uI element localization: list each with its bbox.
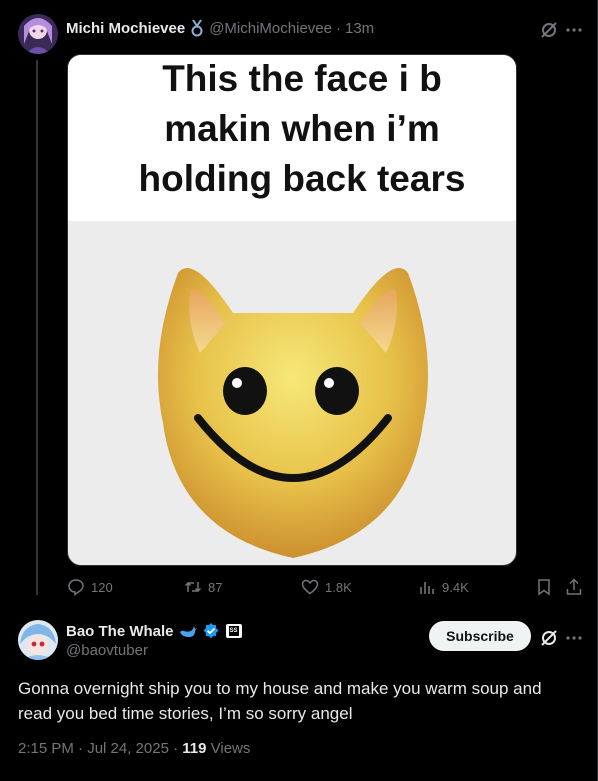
avatar-image [18, 620, 58, 660]
medal-icon [189, 19, 205, 37]
more-options-icon[interactable] [563, 627, 585, 649]
verified-badge-icon [202, 622, 220, 640]
handle[interactable]: @baovtuber [66, 642, 148, 659]
post-actions: 120 87 1.8K 9.4K [67, 570, 585, 604]
post-time[interactable]: 13m [345, 20, 374, 37]
post-text: Gonna overnight ship you to my house and… [18, 679, 542, 723]
separator-dot: · [335, 19, 341, 37]
thread-connector [36, 60, 38, 595]
bookmark-button[interactable] [535, 578, 553, 596]
bookmark-icon [538, 579, 550, 596]
affiliate-badge[interactable]: SS [225, 624, 242, 638]
display-name[interactable]: Michi Mochievee [66, 20, 185, 37]
image-caption-line-2: makin when i’m [164, 108, 440, 149]
repost-count: 87 [208, 579, 223, 595]
reply-button[interactable]: 120 [67, 578, 113, 596]
avatar[interactable] [18, 14, 58, 54]
view-count: 9.4K [442, 579, 469, 595]
like-count: 1.8K [325, 579, 352, 595]
post-image[interactable]: This the face i b makin when i’m holding… [67, 54, 517, 566]
repost-button[interactable]: 87 [184, 578, 222, 596]
smiling-cat-face-icon [158, 268, 428, 558]
reply-icon [68, 579, 84, 596]
share-button[interactable] [565, 578, 583, 596]
share-icon [566, 578, 582, 595]
more-options-icon[interactable] [563, 19, 585, 41]
affiliate-badge-label: SS [228, 626, 239, 636]
post-metadata: 2:15 PM · Jul 24, 2025 · 119 Views [18, 740, 250, 757]
post-timestamp[interactable]: 2:15 PM · Jul 24, 2025 · [18, 740, 182, 757]
image-caption-line-3: holding back tears [138, 158, 466, 199]
handle[interactable]: @MichiMochievee [209, 20, 332, 37]
heart-icon [301, 579, 319, 595]
post-header: Michi Mochievee @MichiMochievee · 13m [66, 19, 374, 37]
avatar[interactable] [18, 620, 58, 660]
reply-count: 120 [91, 579, 113, 595]
avatar-image [18, 14, 58, 54]
grok-icon[interactable] [538, 19, 560, 41]
post-header: Bao The Whale SS [66, 622, 242, 640]
subscribe-button[interactable]: Subscribe [429, 621, 531, 651]
image-caption-line-1: This the face i b [162, 58, 442, 99]
views-label: Views [206, 740, 251, 757]
analytics-icon [420, 582, 434, 594]
views-count: 119 [182, 740, 207, 757]
repost-icon [184, 581, 202, 593]
display-name[interactable]: Bao The Whale [66, 623, 174, 640]
like-button[interactable]: 1.8K [301, 578, 352, 596]
whale-icon [178, 623, 198, 639]
views-button[interactable]: 9.4K [418, 578, 469, 596]
grok-icon[interactable] [538, 627, 560, 649]
